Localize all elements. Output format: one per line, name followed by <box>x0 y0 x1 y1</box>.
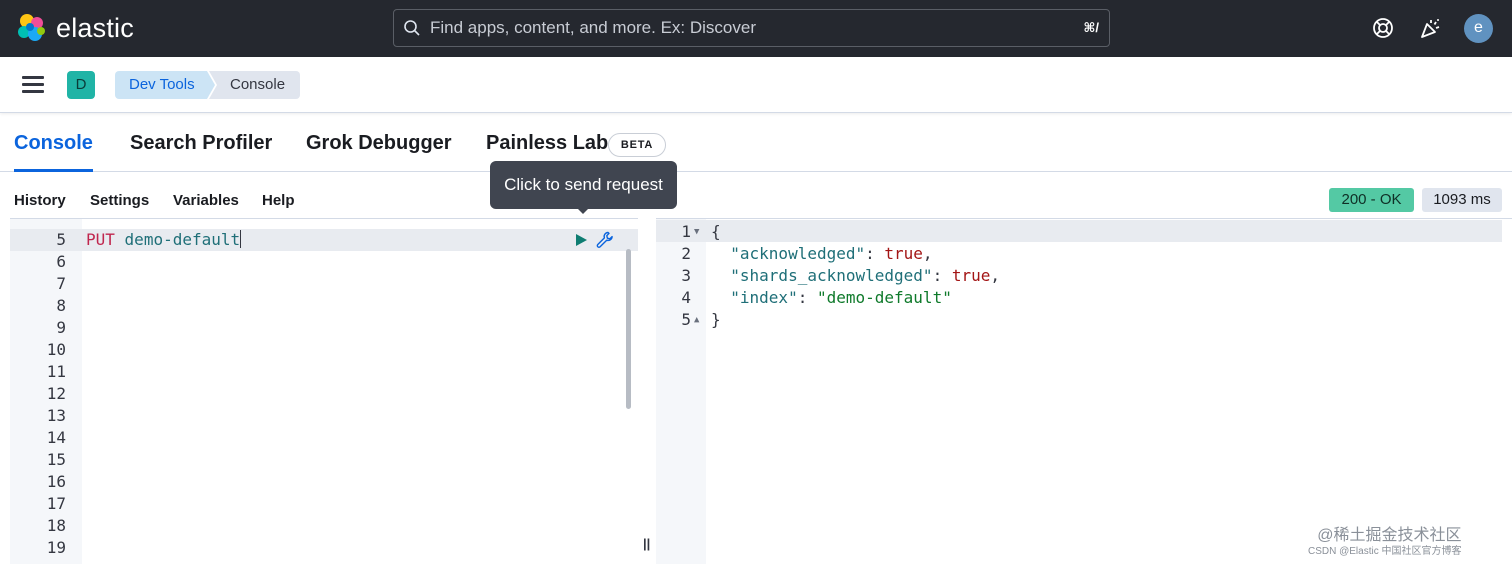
global-search[interactable]: ⌘/ <box>393 9 1110 47</box>
json-field: "index": "demo-default" <box>730 288 952 307</box>
line-number: 8 <box>56 296 66 315</box>
newsfeed-icon[interactable] <box>1419 16 1443 40</box>
request-path: demo-default <box>124 230 241 249</box>
request-line[interactable]: PUT demo-default <box>86 229 242 251</box>
tooltip-arrow <box>575 206 591 214</box>
watermark-line-1: @稀土掘金技术社区 <box>1317 527 1462 544</box>
user-avatar[interactable]: e <box>1464 14 1493 43</box>
line-number: 6 <box>56 252 66 271</box>
elastic-logo[interactable]: elastic <box>16 12 134 44</box>
search-icon <box>404 20 420 36</box>
request-method: PUT <box>86 230 115 249</box>
line-number: 19 <box>46 538 66 557</box>
top-header: elastic ⌘/ e <box>0 0 1512 57</box>
line-number: 10 <box>46 340 66 359</box>
breadcrumb-dev-tools[interactable]: Dev Tools <box>115 71 215 99</box>
line-number: 17 <box>46 494 66 513</box>
response-output: 1 2 3 4 5 ▼ ▲ { "acknowledged": true, "shard… <box>656 218 1512 564</box>
history-link[interactable]: History <box>14 192 66 209</box>
search-shortcut: ⌘/ <box>1083 20 1099 35</box>
panel-splitter[interactable] <box>638 218 656 564</box>
output-line-number: 2 <box>681 244 691 263</box>
line-number: 7 <box>56 274 66 293</box>
line-number: 9 <box>56 318 66 337</box>
breadcrumb-bar: D Dev Tools Console <box>0 57 1512 113</box>
help-link[interactable]: Help <box>262 192 295 209</box>
send-request-tooltip: Click to send request <box>490 161 677 209</box>
line-number: 18 <box>46 516 66 535</box>
json-open-brace: { <box>711 222 721 241</box>
line-number: 12 <box>46 384 66 403</box>
json-close-brace: } <box>711 310 721 329</box>
tab-console[interactable]: Console <box>14 114 93 172</box>
output-line-number: 3 <box>681 266 691 285</box>
response-time-badge: 1093 ms <box>1422 188 1502 212</box>
beta-badge: BETA <box>608 133 666 157</box>
help-icon[interactable] <box>1371 16 1395 40</box>
space-avatar[interactable]: D <box>67 71 95 99</box>
editor-scrollbar[interactable] <box>626 249 631 409</box>
output-line-number: 4 <box>681 288 691 307</box>
line-number: 5 <box>56 230 66 249</box>
output-line-number: 1 <box>681 222 691 241</box>
status-badge: 200 - OK <box>1329 188 1414 212</box>
line-number: 13 <box>46 406 66 425</box>
output-line-number: 5 <box>681 310 691 329</box>
brand-name: elastic <box>56 13 134 43</box>
line-number: 16 <box>46 472 66 491</box>
json-field: "shards_acknowledged": true, <box>730 266 1000 285</box>
line-number: 15 <box>46 450 66 469</box>
hamburger-menu-icon[interactable] <box>22 76 44 94</box>
fold-toggle-icon[interactable]: ▲ <box>694 315 699 325</box>
request-editor[interactable]: 5 6 7 8 9 10 11 12 13 14 15 16 17 18 19 PUT demo-defau… <box>10 218 638 564</box>
text-cursor <box>240 230 242 248</box>
settings-link[interactable]: Settings <box>90 192 149 209</box>
fold-toggle-icon[interactable]: ▼ <box>694 227 699 237</box>
resize-handle-icon[interactable]: || <box>643 536 650 551</box>
elastic-cluster-icon <box>18 14 45 41</box>
tab-search-profiler[interactable]: Search Profiler <box>130 114 272 172</box>
tab-grok-debugger[interactable]: Grok Debugger <box>306 114 452 172</box>
send-request-play-icon[interactable] <box>574 233 588 247</box>
json-field: "acknowledged": true, <box>730 244 933 263</box>
search-input[interactable] <box>430 10 1060 46</box>
variables-link[interactable]: Variables <box>173 192 239 209</box>
line-number: 11 <box>46 362 66 381</box>
line-number: 14 <box>46 428 66 447</box>
watermark-line-2: CSDN @Elastic 中国社区官方博客 <box>1308 546 1462 557</box>
wrench-icon[interactable] <box>595 230 615 250</box>
dev-tools-tabs: Console Search Profiler Grok Debugger Pa… <box>0 114 1512 172</box>
watermark: @稀土掘金技术社区 CSDN @Elastic 中国社区官方博客 <box>1308 527 1462 559</box>
breadcrumb-console: Console <box>209 71 300 99</box>
output-active-line <box>656 220 1502 242</box>
